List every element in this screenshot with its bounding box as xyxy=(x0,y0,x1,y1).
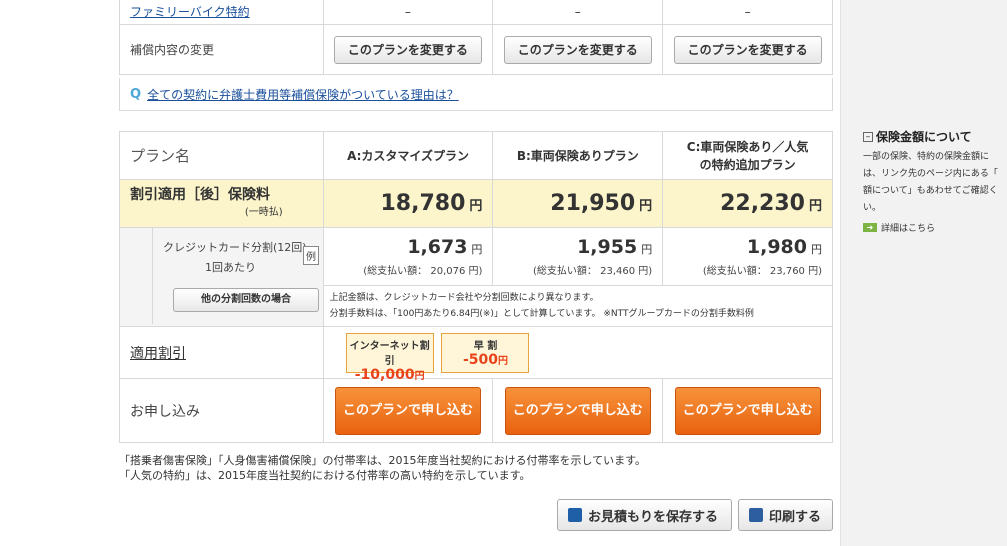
plan-a-monthly: 1,673 xyxy=(407,236,468,258)
table-cell: – xyxy=(322,0,494,25)
coverage-table: ファミリーバイク特約 – – – 補償内容の変更 このプランを変更する このプラ… xyxy=(119,0,833,75)
yen-unit: 円 xyxy=(471,243,483,256)
credit-card-section: クレジットカード分割(12回) 1回あたり 例 他の分割回数の場合 xyxy=(152,228,323,324)
plan-b-name: B:車両保険ありプラン xyxy=(492,131,664,180)
early-discount-badge: 早 割 -500円 xyxy=(441,332,530,373)
discount-title: インターネット割引 xyxy=(349,340,430,367)
faq-row: Q 全ての契約に弁護士費用等補償保険がついている理由は？ xyxy=(119,78,833,111)
change-plan-b-button[interactable]: このプランを変更する xyxy=(503,35,652,64)
price-sublabel: (一時払) xyxy=(244,206,283,218)
footnote-2: 「人気の特約」は、2015年度当社契約における付帯率の高い特約を示しています。 xyxy=(119,469,531,482)
plan-b-price: 21,950 xyxy=(550,191,636,216)
sidebar-details-link[interactable]: ➜ 詳細はこちら xyxy=(863,221,1007,234)
sidebar-line: は、リンク先のページ内にある「 xyxy=(863,169,998,179)
collapse-icon[interactable]: – xyxy=(863,131,873,142)
question-icon: Q xyxy=(130,86,142,102)
plan-c-price: 22,230 xyxy=(720,191,805,216)
print-label: 印刷する xyxy=(769,509,822,525)
row-label: 補償内容の変更 xyxy=(119,24,324,75)
per-payment-label: 1回あたり xyxy=(205,261,256,274)
yen-unit: 円 xyxy=(641,243,653,256)
table-cell: – xyxy=(492,0,664,25)
print-button[interactable]: 印刷する xyxy=(738,499,833,531)
plan-comparison-table: プラン名 A:カスタマイズプラン B:車両保険ありプラン C:車両保険あり／人気… xyxy=(119,131,834,443)
printer-icon xyxy=(749,508,763,522)
installment-note-2: 分割手数料は、「100円あたり6.84円(※)」として計算しています。 ※NTT… xyxy=(329,309,754,319)
internet-discount-badge: インターネット割引 -10,000円 xyxy=(345,332,434,383)
sidebar-info-box: – 保険金額について 一部の保険、特約の保険金額に は、リンク先のページ内にある… xyxy=(863,128,1007,234)
table-cell: – xyxy=(662,0,833,25)
discount-value: -10,000 xyxy=(354,366,415,383)
sidebar-line: い。 xyxy=(863,203,882,213)
price-label: 割引適用［後］保険料 xyxy=(130,186,270,203)
credit-card-label: クレジットカード分割(12回) xyxy=(163,241,307,254)
yen-unit: 円 xyxy=(811,243,822,256)
table-row: 適用割引 インターネット割引 -10,000円 早 割 -500円 xyxy=(119,326,834,383)
sidebar-title: 保険金額について xyxy=(876,130,972,144)
apply-label: お申し込み xyxy=(119,378,324,443)
yen-unit: 円 xyxy=(639,199,653,214)
table-row: 補償内容の変更 このプランを変更する このプランを変更する このプランを変更する xyxy=(119,24,833,75)
discount-title: 早 割 xyxy=(473,340,498,352)
discount-value: -500 xyxy=(462,351,498,368)
example-badge: 例 xyxy=(303,246,319,265)
footnote-1: 「搭乗者傷害保険」「人身傷害補償保険」の付帯率は、2015年度当社契約における付… xyxy=(119,454,647,467)
sidebar-details-label: 詳細はこちら xyxy=(881,224,936,234)
installment-note-1: 上記金額は、クレジットカード会社や分割回数により異なります。 xyxy=(329,293,599,303)
plan-c-monthly: 1,980 xyxy=(746,236,807,258)
arrow-right-icon: ➜ xyxy=(863,223,877,232)
family-bike-link[interactable]: ファミリーバイク特約 xyxy=(130,5,250,19)
table-row: 割引適用［後］保険料 (一時払) 18,780 円 21,950 円 22,230 円 xyxy=(119,179,833,228)
yen-unit: 円 xyxy=(414,370,425,382)
table-row: クレジットカード分割(12回) 1回あたり 例 他の分割回数の場合 1,673 円… xyxy=(119,227,833,327)
floppy-disk-icon xyxy=(568,508,582,522)
table-row: お申し込み このプランで申し込む このプランで申し込む このプランで申し込む xyxy=(119,378,833,443)
sidebar: – 保険金額について 一部の保険、特約の保険金額に は、リンク先のページ内にある… xyxy=(840,0,1007,546)
yen-unit: 円 xyxy=(469,199,483,214)
table-row: ファミリーバイク特約 – – – xyxy=(119,0,833,25)
apply-plan-b-button[interactable]: このプランで申し込む xyxy=(504,386,651,435)
plan-a-name: A:カスタマイズプラン xyxy=(322,131,494,180)
sidebar-line: 額について」もあわせてご確認く xyxy=(863,186,998,196)
change-plan-c-button[interactable]: このプランを変更する xyxy=(673,35,822,64)
apply-plan-a-button[interactable]: このプランで申し込む xyxy=(335,386,482,435)
plan-b-total: (総支払い額： 23,460 円) xyxy=(533,266,653,277)
faq-link[interactable]: 全ての契約に弁護士費用等補償保険がついている理由は？ xyxy=(147,86,459,103)
discount-link[interactable]: 適用割引 xyxy=(130,346,186,362)
other-installments-button[interactable]: 他の分割回数の場合 xyxy=(173,288,319,312)
plan-c-total: (総支払い額： 23,760 円) xyxy=(702,266,822,277)
save-quote-button[interactable]: お見積もりを保存する xyxy=(557,499,732,531)
sidebar-line: 一部の保険、特約の保険金額に xyxy=(863,152,990,162)
plan-a-price: 18,780 xyxy=(380,191,466,216)
plan-a-total: (総支払い額： 20,076 円) xyxy=(363,266,483,277)
apply-plan-c-button[interactable]: このプランで申し込む xyxy=(674,386,821,435)
sidebar-text: 一部の保険、特約の保険金額に は、リンク先のページ内にある「 額について」もあわ… xyxy=(863,149,1007,217)
plan-name-label: プラン名 xyxy=(119,131,324,180)
action-buttons: お見積もりを保存する 印刷する xyxy=(557,499,833,531)
plan-c-name: C:車両保険あり／人気の特約追加プラン xyxy=(662,131,833,180)
plan-b-monthly: 1,955 xyxy=(577,236,638,258)
table-row: プラン名 A:カスタマイズプラン B:車両保険ありプラン C:車両保険あり／人気… xyxy=(119,131,833,180)
save-quote-label: お見積もりを保存する xyxy=(588,509,719,525)
main-content: ファミリーバイク特約 – – – 補償内容の変更 このプランを変更する このプラ… xyxy=(0,0,840,546)
change-plan-a-button[interactable]: このプランを変更する xyxy=(333,35,482,64)
footnotes: 「搭乗者傷害保険」「人身傷害補償保険」の付帯率は、2015年度当社契約における付… xyxy=(119,453,646,483)
yen-unit: 円 xyxy=(808,199,822,214)
yen-unit: 円 xyxy=(498,355,508,367)
